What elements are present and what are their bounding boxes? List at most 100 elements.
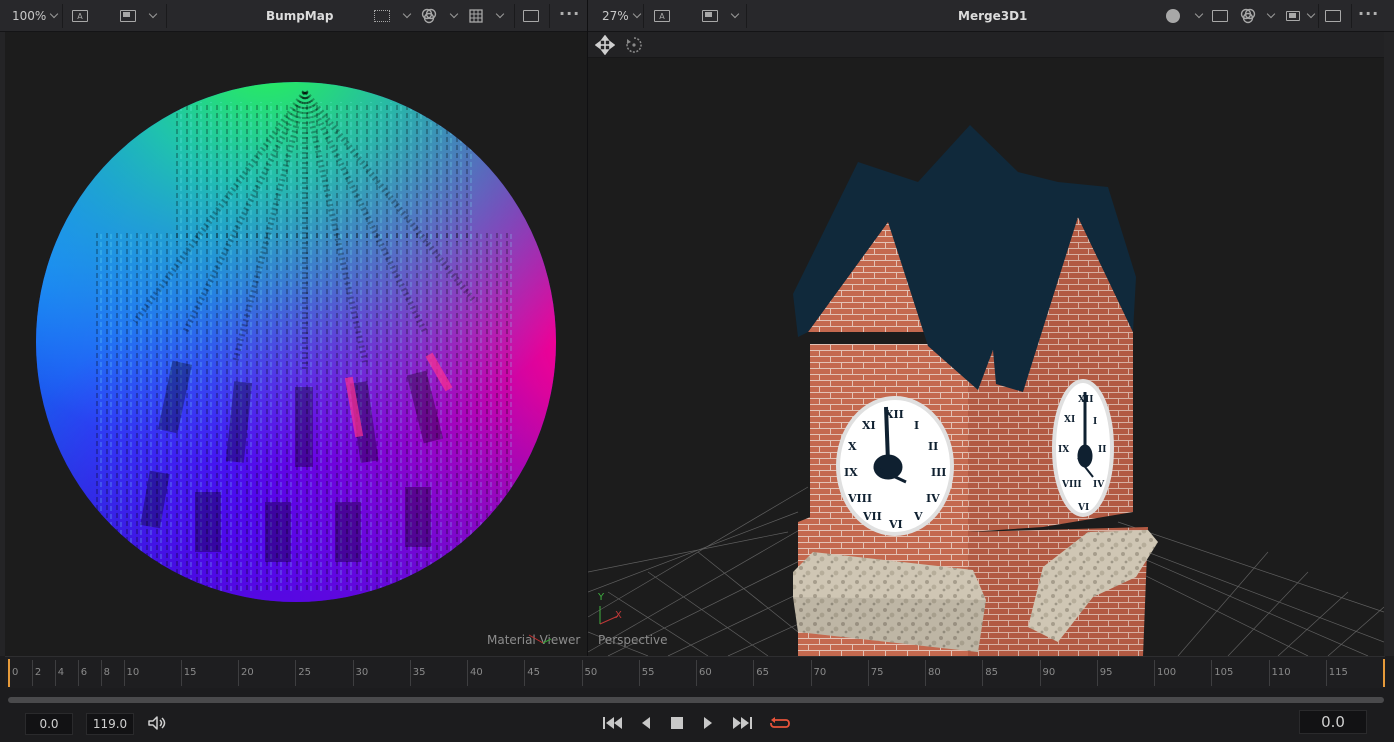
ruler-tick-label: 95 bbox=[1099, 667, 1113, 678]
timeline-scrollbar[interactable] bbox=[8, 697, 1384, 703]
go-to-start-icon bbox=[603, 717, 622, 729]
ruler-tick-label: 2 bbox=[34, 667, 42, 678]
roi-icon bbox=[120, 10, 136, 22]
stop-button[interactable] bbox=[669, 713, 685, 733]
svg-text:X: X bbox=[848, 440, 857, 453]
left-zoom-value: 100% bbox=[12, 9, 47, 23]
left-single-view-button[interactable] bbox=[523, 0, 539, 32]
right-copy-button[interactable] bbox=[1212, 0, 1228, 32]
left-grid-dropdown[interactable] bbox=[469, 0, 505, 32]
ruler-tick bbox=[238, 660, 239, 686]
grid-icon bbox=[469, 9, 483, 23]
svg-text:VIII: VIII bbox=[847, 492, 872, 505]
ruler-tick-label: 55 bbox=[641, 667, 655, 678]
viewport-label: Perspective bbox=[598, 633, 668, 647]
step-back-icon bbox=[642, 717, 650, 729]
playhead[interactable] bbox=[8, 659, 10, 687]
ruler-tick-label: 70 bbox=[813, 667, 827, 678]
viewer-title: Merge3D1 bbox=[958, 9, 1028, 23]
ruler-tick-label: 20 bbox=[241, 667, 254, 678]
stop-icon bbox=[671, 717, 683, 729]
left-color-dropdown[interactable] bbox=[421, 0, 459, 32]
loop-button[interactable] bbox=[768, 713, 792, 733]
ruler-tick bbox=[925, 660, 926, 686]
channel-a-icon: A bbox=[72, 10, 88, 22]
chevron-down-icon bbox=[1194, 9, 1204, 19]
single-view-icon bbox=[1325, 10, 1341, 22]
left-more-button[interactable]: ··· bbox=[559, 0, 580, 32]
ruler-tick bbox=[1154, 660, 1155, 686]
audio-button[interactable] bbox=[147, 713, 167, 733]
ruler-tick-label: 8 bbox=[103, 667, 110, 678]
right-more-button[interactable]: ··· bbox=[1358, 0, 1379, 32]
material-viewer-viewport[interactable]: Material Viewer bbox=[5, 32, 587, 656]
left-zoom-dropdown[interactable]: 100% bbox=[12, 0, 59, 32]
chevron-down-icon bbox=[1306, 9, 1316, 19]
transport-bar: 0.0 119.0 0.0 bbox=[0, 704, 1394, 742]
svg-text:III: III bbox=[931, 466, 946, 479]
ruler-tick bbox=[54, 660, 56, 686]
rotate-icon[interactable] bbox=[625, 36, 643, 54]
right-single-view-button[interactable] bbox=[1325, 0, 1341, 32]
left-viewer-title: BumpMap bbox=[266, 0, 333, 32]
chevron-down-icon bbox=[632, 9, 641, 19]
right-channel-button[interactable]: A bbox=[654, 0, 670, 32]
right-stereo-dropdown[interactable] bbox=[1166, 0, 1204, 32]
divider bbox=[643, 4, 644, 28]
color-channels-icon bbox=[421, 8, 437, 24]
divider bbox=[746, 4, 747, 28]
left-channel-button[interactable]: A bbox=[72, 0, 88, 32]
perspective-viewport[interactable]: XIIIII IIIIVV VIVIIVIII IXXXI XIII IIIV … bbox=[588, 32, 1384, 656]
ruler-tick bbox=[123, 660, 125, 686]
svg-text:VI: VI bbox=[1077, 503, 1089, 513]
ruler-tick bbox=[100, 660, 102, 686]
divider bbox=[1318, 4, 1319, 28]
ruler-tick-label: 105 bbox=[1214, 667, 1234, 678]
play-button[interactable] bbox=[700, 713, 716, 733]
svg-text:VI: VI bbox=[888, 518, 903, 531]
global-end-field[interactable]: 119.0 bbox=[86, 713, 134, 735]
go-to-end-button[interactable] bbox=[730, 713, 754, 733]
divider bbox=[166, 4, 167, 28]
svg-text:XI: XI bbox=[1064, 415, 1075, 425]
chevron-down-icon bbox=[449, 9, 459, 19]
ruler-tick bbox=[696, 660, 697, 686]
right-roi-dropdown[interactable] bbox=[702, 0, 740, 32]
global-start-field[interactable]: 0.0 bbox=[25, 713, 73, 735]
ruler-tick bbox=[352, 660, 354, 686]
ruler-tick-label: 100 bbox=[1157, 667, 1177, 678]
step-back-button[interactable] bbox=[638, 713, 654, 733]
ruler-tick bbox=[31, 660, 33, 686]
ruler-tick-label: 30 bbox=[355, 667, 369, 678]
chevron-down-icon bbox=[402, 9, 412, 19]
ruler-tick-label: 25 bbox=[298, 667, 311, 678]
render-end-marker[interactable] bbox=[1383, 659, 1385, 687]
left-roi-dropdown[interactable] bbox=[120, 0, 158, 32]
ruler-tick bbox=[524, 660, 526, 686]
timeline-ruler[interactable]: 0 2 4 6 8 10 15 20 25 30 35 40 45 50 55 60 65 70 75 80 85 90 9… bbox=[5, 656, 1385, 688]
ruler-tick bbox=[77, 660, 79, 686]
ruler-tick bbox=[810, 660, 812, 686]
svg-text:I: I bbox=[914, 419, 919, 432]
lut-icon bbox=[374, 10, 390, 22]
ruler-tick-label: 110 bbox=[1271, 667, 1291, 678]
roi-icon bbox=[702, 10, 718, 22]
svg-text:IV: IV bbox=[926, 492, 940, 505]
clock-tower-scene: XIIIII IIIIVV VIVIIVIII IXXXI XIII IIIV … bbox=[588, 125, 1384, 656]
svg-text:II: II bbox=[928, 440, 938, 453]
right-display-dropdown[interactable] bbox=[1286, 0, 1316, 32]
right-edge bbox=[1384, 32, 1394, 656]
move-icon[interactable] bbox=[595, 35, 615, 55]
current-time-field[interactable]: 0.0 bbox=[1299, 710, 1367, 734]
right-zoom-dropdown[interactable]: 27% bbox=[602, 0, 641, 32]
ruler-tick-label: 4 bbox=[57, 667, 65, 678]
right-viewer-header: 27% A Merge3D1 ··· bbox=[588, 0, 1394, 32]
speaker-icon bbox=[148, 716, 166, 730]
right-color-dropdown[interactable] bbox=[1240, 0, 1276, 32]
svg-text:IV: IV bbox=[1093, 480, 1105, 490]
svg-text:II: II bbox=[1098, 445, 1106, 455]
svg-text:VII: VII bbox=[862, 510, 882, 523]
play-icon bbox=[704, 717, 712, 729]
left-lut-dropdown[interactable] bbox=[374, 0, 412, 32]
go-to-start-button[interactable] bbox=[602, 713, 624, 733]
